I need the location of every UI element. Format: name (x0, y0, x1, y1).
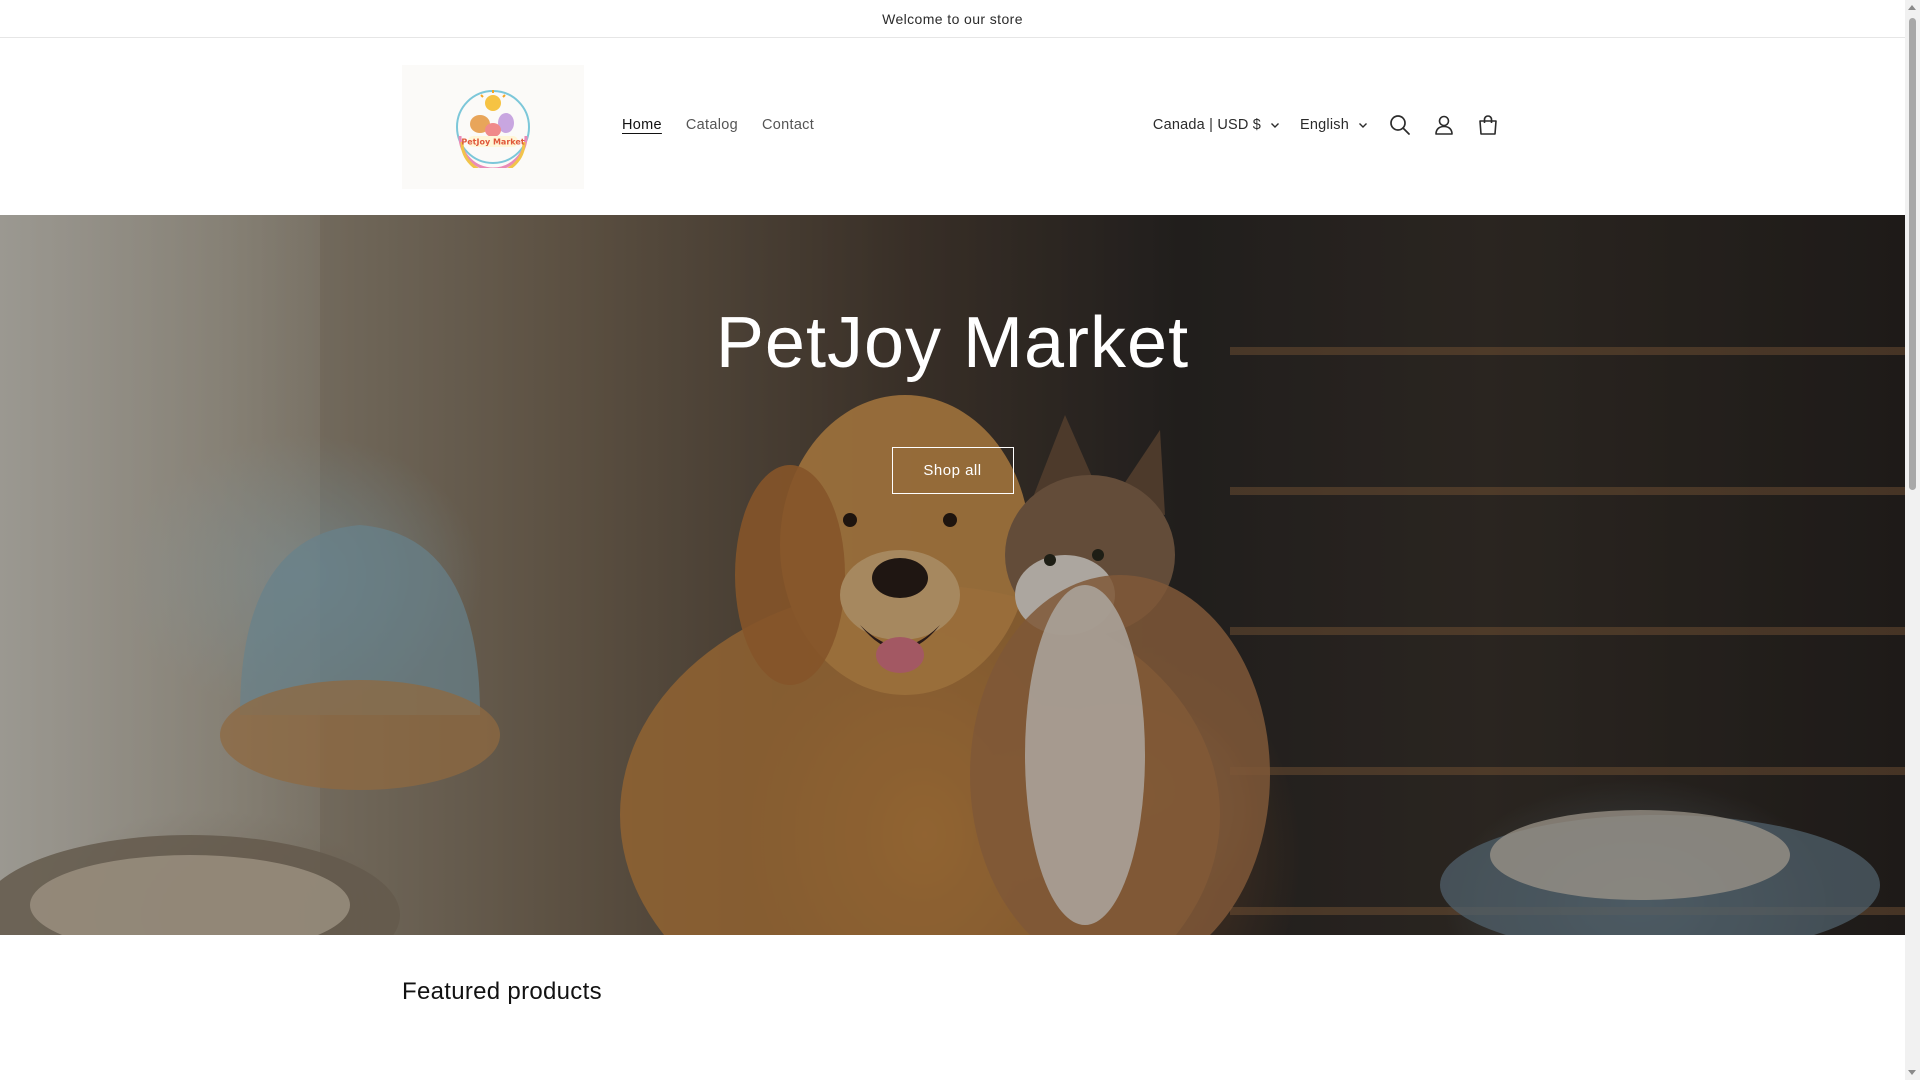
announcement-bar: Welcome to our store (0, 0, 1905, 38)
announcement-text: Welcome to our store (882, 10, 1023, 27)
main-nav: Home Catalog Contact (610, 117, 826, 133)
nav-catalog[interactable]: Catalog (674, 117, 750, 133)
nav-contact[interactable]: Contact (750, 117, 826, 133)
scroll-down-icon[interactable] (1908, 1070, 1916, 1075)
country-selector[interactable]: Canada | USD $ (1143, 117, 1290, 133)
account-button[interactable] (1422, 103, 1466, 147)
hero-title: PetJoy Market (715, 303, 1190, 383)
store-logo[interactable]: PetJoy Market (402, 65, 584, 189)
petjoy-logo-image: PetJoy Market (456, 90, 530, 168)
search-button[interactable] (1378, 103, 1422, 147)
language-selector[interactable]: English (1290, 117, 1378, 133)
header-utilities: Canada | USD $ English (1143, 105, 1510, 145)
nav-home[interactable]: Home (610, 117, 674, 133)
search-icon (1390, 115, 1410, 135)
page-scrollbar[interactable] (1905, 0, 1920, 1080)
svg-text:PetJoy Market: PetJoy Market (461, 138, 524, 147)
hero-banner: PetJoy Market Shop all (0, 215, 1905, 935)
scroll-up-icon[interactable] (1908, 5, 1916, 10)
storefront-page: Welcome to our store PetJoy Market Home … (0, 0, 1905, 1080)
cart-icon (1479, 115, 1497, 135)
chevron-down-icon (1359, 123, 1367, 128)
scrollbar-thumb[interactable] (1909, 18, 1916, 490)
hero-content: PetJoy Market Shop all (0, 215, 1905, 495)
site-header: PetJoy Market Home Catalog Contact Canad… (0, 39, 1905, 215)
chevron-down-icon (1271, 123, 1280, 128)
country-selector-label: Canada | USD $ (1152, 117, 1262, 133)
language-selector-label: English (1300, 117, 1349, 133)
featured-products-heading: Featured products (402, 978, 602, 1005)
shop-all-button[interactable]: Shop all (891, 447, 1014, 495)
account-icon (1435, 115, 1453, 135)
cart-button[interactable] (1466, 103, 1510, 147)
